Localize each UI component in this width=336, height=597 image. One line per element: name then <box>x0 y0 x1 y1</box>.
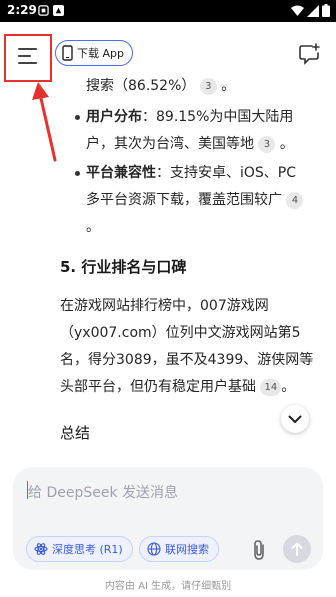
citation-badge[interactable]: 3 <box>199 78 217 95</box>
bullet-title: 平台兼容性 <box>86 165 156 181</box>
status-right <box>291 4 330 17</box>
deep-think-label: 深度思考 (R1) <box>52 543 123 556</box>
arrow-up-icon <box>291 542 303 556</box>
menu-icon <box>18 48 37 50</box>
bullet-text: 。 <box>279 136 294 152</box>
status-bar: 2:29 <box>0 0 336 22</box>
wifi-icon <box>291 5 304 16</box>
paragraph: 在游戏网站排行榜中，007游戏网 （yx007.com）位列中文游戏网站第5 名… <box>60 293 322 401</box>
bullet-title: 用户分布 <box>86 109 142 125</box>
content-line: 搜索（86.52%） 3 。 <box>86 73 235 100</box>
paragraph-text: （yx007.com）位列中文游戏网站第5 <box>60 325 301 341</box>
bullet-text: ：89.15%为中国大陆用 <box>142 109 294 125</box>
ai-disclaimer: 内容由 AI 生成，请仔细甄别 <box>104 581 232 592</box>
phone-icon <box>62 45 73 61</box>
globe-icon <box>147 542 161 556</box>
red-arrow-annotation <box>32 82 57 162</box>
atom-icon <box>34 543 48 555</box>
bullet-text: 。 <box>86 219 100 235</box>
download-app-label: 下载 App <box>77 47 124 60</box>
new-chat-icon[interactable] <box>298 43 320 65</box>
web-search-label: 联网搜索 <box>165 543 209 556</box>
paragraph-text: 。 <box>281 379 296 395</box>
bullet-text: 户，其次为台湾、美国等地 <box>86 136 254 152</box>
section-heading: 5. 行业排名与口碑 <box>60 258 187 276</box>
citation-badge[interactable]: 3 <box>258 136 276 153</box>
paragraph-text: 在游戏网站排行榜中，007游戏网 <box>60 298 269 314</box>
summary-heading: 总结 <box>60 424 91 442</box>
battery-icon <box>322 4 330 17</box>
paragraph-text: 头部平台，但仍有稳定用户基础 <box>60 379 256 395</box>
citation-badge[interactable]: 4 <box>286 192 304 209</box>
bullet-text: ：支持安卓、iOS、PC <box>156 165 297 181</box>
web-search-toggle[interactable]: 联网搜索 <box>139 536 219 562</box>
content-text: 。 <box>221 78 236 94</box>
download-app-button[interactable]: 下载 App <box>55 40 133 66</box>
bullet-text: 多平台资源下载，覆盖范围较广 <box>86 192 282 208</box>
deep-think-toggle[interactable]: 深度思考 (R1) <box>26 536 133 562</box>
top-bar: 下载 App <box>0 22 336 82</box>
bullet-dot <box>75 171 80 176</box>
content-text: 搜索（86.52%） <box>86 78 196 94</box>
app-notification-icon <box>53 5 64 16</box>
menu-icon-line <box>18 55 31 57</box>
menu-icon-line <box>18 62 37 64</box>
send-button[interactable] <box>283 535 311 563</box>
citation-badge[interactable]: 14 <box>260 379 282 396</box>
signal-icon <box>307 4 319 17</box>
bullet-dot <box>75 115 80 120</box>
list-item: 用户分布：89.15%为中国大陆用 户，其次为台湾、美国等地 3 。 <box>86 104 316 158</box>
paperclip-icon[interactable] <box>249 539 269 561</box>
chevron-down-icon <box>288 415 302 423</box>
message-input[interactable]: 给 DeepSeek 发送消息 <box>28 482 178 502</box>
list-item: 平台兼容性：支持安卓、iOS、PC 多平台资源下载，覆盖范围较广 4 。 <box>86 160 316 241</box>
paragraph-text: 名，得分3089，虽不及4399、游侠网等 <box>60 352 314 368</box>
notification-icon <box>38 5 49 16</box>
status-time: 2:29 <box>7 3 37 17</box>
message-composer: 给 DeepSeek 发送消息 深度思考 (R1) 联网搜索 <box>13 467 323 570</box>
scroll-to-bottom-button[interactable] <box>281 405 309 433</box>
